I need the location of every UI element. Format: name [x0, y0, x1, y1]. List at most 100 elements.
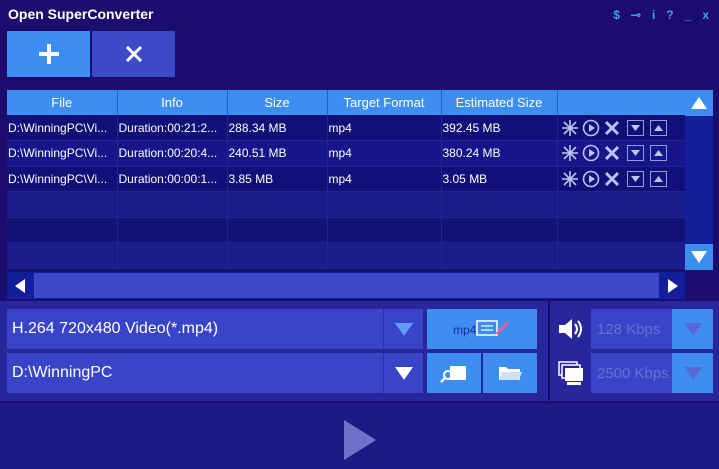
cell-info: Duration:00:20:4...	[117, 140, 228, 167]
cell-size: 3.85 MB	[227, 166, 328, 192]
chevron-down-icon	[630, 150, 640, 157]
triangle-right-icon	[667, 278, 678, 293]
x-icon	[125, 45, 142, 63]
row-actions	[557, 140, 685, 167]
delete-row-icon[interactable]	[603, 119, 621, 137]
edit-profile-icon: mp4	[453, 320, 510, 337]
cell-file: D:\WinningPC\Vi...	[7, 115, 118, 141]
browse-folder-button[interactable]	[427, 353, 481, 393]
play-preview-icon[interactable]	[582, 144, 600, 162]
settings-spark-icon[interactable]	[561, 119, 579, 137]
cell-estimated-size: 380.24 MB	[441, 140, 558, 167]
cell-estimated-size: 3.05 MB	[441, 166, 558, 192]
buy-icon[interactable]: $	[613, 8, 620, 22]
settings-spark-icon[interactable]	[561, 170, 579, 188]
move-up-button[interactable]	[649, 170, 667, 187]
footer-bar	[0, 403, 719, 469]
chevron-down-icon	[630, 175, 640, 182]
cell-format: mp4	[327, 140, 442, 167]
video-bitrate-field[interactable]: 2500 Kbps	[591, 353, 672, 393]
scroll-left-button[interactable]	[7, 272, 32, 299]
triangle-left-icon	[14, 278, 25, 293]
column-header-actions	[557, 90, 685, 115]
triangle-down-icon	[394, 366, 413, 380]
audio-bitrate-icon	[553, 309, 589, 349]
move-down-button[interactable]	[626, 170, 644, 187]
video-bitrate-icon	[553, 353, 589, 393]
window-controls: $ ⊸ i ? _ x	[613, 8, 709, 22]
scroll-up-button[interactable]	[685, 90, 713, 116]
cell-info: Duration:00:00:1...	[117, 166, 228, 192]
empty-row	[7, 191, 685, 218]
edit-format-button[interactable]: mp4	[427, 309, 537, 349]
help-icon[interactable]: ?	[666, 8, 673, 22]
column-header-target-format[interactable]: Target Format	[327, 90, 442, 115]
cell-format: mp4	[327, 166, 442, 192]
panel-divider	[548, 301, 550, 401]
remove-file-button[interactable]	[92, 31, 175, 77]
video-bitrate-dropdown-button[interactable]	[672, 353, 713, 393]
table-row[interactable]: D:\WinningPC\Vi... Duration:00:21:2... 2…	[7, 115, 685, 141]
cell-file: D:\WinningPC\Vi...	[7, 140, 118, 167]
video-layers-icon	[558, 361, 583, 385]
open-folder-button[interactable]	[483, 353, 537, 393]
empty-row	[7, 242, 685, 269]
move-up-button[interactable]	[649, 145, 667, 162]
output-folder-dropdown-button[interactable]	[383, 353, 423, 393]
table-row[interactable]: D:\WinningPC\Vi... Duration:00:20:4... 2…	[7, 140, 685, 167]
move-down-button[interactable]	[626, 145, 644, 162]
close-icon[interactable]: x	[702, 8, 709, 22]
cell-size: 240.51 MB	[227, 140, 328, 167]
row-actions	[557, 166, 685, 192]
triangle-down-icon	[691, 251, 707, 263]
triangle-down-icon	[394, 322, 413, 336]
output-format-field[interactable]: H.264 720x480 Video(*.mp4)	[7, 309, 383, 349]
play-preview-icon[interactable]	[582, 170, 600, 188]
audio-bitrate-field[interactable]: 128 Kbps	[591, 309, 672, 349]
cell-estimated-size: 392.45 MB	[441, 115, 558, 141]
open-folder-icon	[499, 367, 522, 380]
play-preview-icon[interactable]	[582, 119, 600, 137]
start-convert-button[interactable]	[340, 418, 380, 462]
move-down-button[interactable]	[626, 119, 644, 136]
scroll-down-button[interactable]	[685, 244, 713, 270]
triangle-down-icon	[683, 322, 702, 336]
scroll-thumb[interactable]	[34, 273, 659, 298]
horizontal-scrollbar[interactable]	[7, 272, 685, 299]
audio-bitrate-dropdown-button[interactable]	[672, 309, 713, 349]
output-folder-field[interactable]: D:\WinningPC	[7, 353, 383, 393]
cell-info: Duration:00:21:2...	[117, 115, 228, 141]
chevron-down-icon	[630, 124, 640, 131]
chevron-up-icon	[653, 175, 663, 182]
settings-spark-icon[interactable]	[561, 144, 579, 162]
chevron-up-icon	[653, 150, 663, 157]
output-format-dropdown-button[interactable]	[383, 309, 423, 349]
add-file-button[interactable]	[7, 31, 90, 77]
column-header-info[interactable]: Info	[117, 90, 228, 115]
cell-file: D:\WinningPC\Vi...	[7, 166, 118, 192]
vertical-scrollbar[interactable]	[685, 90, 713, 270]
cell-format: mp4	[327, 115, 442, 141]
triangle-up-icon	[691, 97, 707, 109]
file-table: File Info Size Target Format Estimated S…	[7, 90, 685, 270]
move-up-button[interactable]	[649, 119, 667, 136]
row-actions	[557, 115, 685, 141]
column-header-size[interactable]: Size	[227, 90, 328, 115]
column-header-file[interactable]: File	[7, 90, 118, 115]
empty-row	[7, 217, 685, 243]
triangle-down-icon	[683, 366, 702, 380]
delete-row-icon[interactable]	[603, 170, 621, 188]
speaker-icon	[559, 319, 582, 339]
scroll-right-button[interactable]	[660, 272, 685, 299]
chevron-up-icon	[653, 124, 663, 131]
delete-row-icon[interactable]	[603, 144, 621, 162]
column-header-estimated-size[interactable]: Estimated Size	[441, 90, 558, 115]
title-bar: Open SuperConverter $ ⊸ i ? _ x	[0, 0, 719, 28]
output-settings-panel: H.264 720x480 Video(*.mp4) mp4 D:\Winnin…	[0, 301, 719, 401]
info-icon[interactable]: i	[652, 8, 655, 22]
key-icon[interactable]: ⊸	[631, 8, 641, 22]
search-folder-icon	[440, 366, 466, 383]
minimize-icon[interactable]: _	[685, 8, 692, 22]
plus-icon	[38, 44, 59, 64]
table-row[interactable]: D:\WinningPC\Vi... Duration:00:00:1... 3…	[7, 166, 685, 192]
